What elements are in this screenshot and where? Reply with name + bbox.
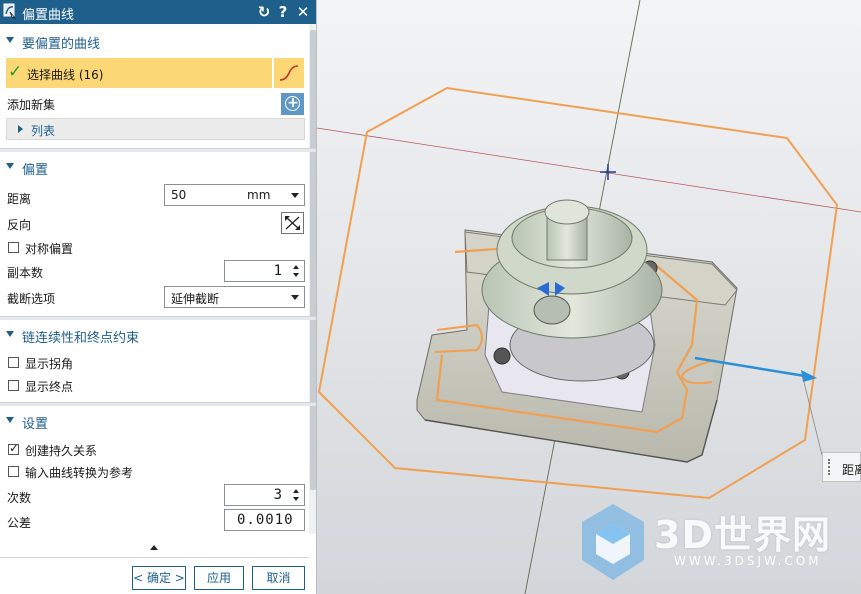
tolerance-value: 0.0010 (237, 512, 294, 528)
add-new-set-label: 添加新集 (7, 98, 56, 112)
trim-option-value: 延伸截断 (171, 292, 220, 306)
convert-reference-label: 输入曲线转换为参考 (25, 466, 134, 480)
section-title: 要偏置的曲线 (22, 37, 101, 52)
degree-stepper[interactable]: 3 (224, 484, 305, 506)
section-header-settings[interactable]: 设置 (0, 411, 309, 432)
reverse-label: 反向 (7, 218, 32, 232)
list-expander[interactable]: 列表 (6, 118, 305, 140)
trim-option-select[interactable]: 延伸截断 (164, 286, 305, 308)
list-label: 列表 (31, 124, 56, 138)
spin-up-icon[interactable] (293, 489, 299, 493)
copies-value: 1 (273, 263, 282, 279)
watermark-brand: 3D世界网 (654, 513, 831, 557)
section-divider (0, 148, 316, 152)
section-divider (0, 402, 316, 406)
section-header-curves[interactable]: 要偏置的曲线 (0, 31, 309, 52)
close-button[interactable]: ✕ (294, 2, 312, 22)
show-corners-label: 显示拐角 (25, 357, 74, 371)
tooltip-label: 距离 (842, 463, 861, 477)
show-endpoints-label: 显示终点 (25, 380, 74, 394)
show-endpoints-checkbox[interactable] (8, 380, 19, 391)
section-title: 设置 (22, 417, 49, 432)
offset-curve-dialog: 偏置曲线 ↻ ? ✕ 要偏置的曲线 ✓ 选择曲线 (16) 添加新集 + 列表 … (0, 0, 317, 594)
select-curve-row[interactable]: ✓ 选择曲线 (16) (6, 58, 272, 88)
collapse-triangle-icon (6, 331, 14, 337)
degree-value: 3 (273, 487, 282, 503)
watermark: 3D世界网 WWW.3DSJW.COM (578, 500, 858, 590)
cube-logo-icon (582, 504, 644, 580)
curve-icon (279, 65, 299, 81)
reverse-arrows-icon (285, 216, 300, 230)
curve-select-button[interactable] (273, 58, 304, 88)
chevron-down-icon (291, 193, 299, 198)
plus-icon: + (287, 95, 299, 111)
distance-tooltip[interactable]: 距离 (822, 452, 861, 482)
hole-left (493, 347, 511, 365)
grip-icon[interactable] (828, 459, 834, 475)
symmetric-offset-label: 对称偏置 (25, 242, 74, 256)
spin-down-icon[interactable] (293, 273, 299, 277)
associative-label: 创建持久关系 (25, 444, 98, 458)
chevron-down-icon (291, 295, 299, 300)
offset-curve-app-icon (3, 3, 17, 19)
collapse-triangle-icon (6, 163, 14, 169)
spin-down-icon[interactable] (293, 497, 299, 501)
help-button[interactable]: ? (274, 2, 292, 22)
expand-triangle-icon (18, 125, 23, 133)
trim-option-label: 截断选项 (7, 292, 56, 306)
associative-checkbox[interactable] (8, 441, 19, 455)
show-corners-checkbox[interactable] (8, 357, 19, 368)
distance-label: 距离 (7, 192, 32, 206)
reset-button[interactable]: ↻ (255, 2, 273, 22)
distance-value: 50 (171, 188, 187, 202)
collapse-triangle-icon (6, 417, 14, 423)
distance-unit: mm (247, 188, 271, 202)
footer-divider (0, 557, 309, 558)
cancel-button[interactable]: 取消 (252, 566, 305, 590)
distance-input[interactable]: 50 mm (164, 184, 305, 206)
tolerance-label: 公差 (7, 516, 32, 530)
copies-label: 副本数 (7, 266, 44, 280)
section-header-offset[interactable]: 偏置 (0, 157, 309, 178)
select-curve-label: 选择曲线 (16) (27, 68, 104, 82)
ok-button[interactable]: < 确定 > (132, 566, 186, 590)
degree-label: 次数 (7, 491, 32, 505)
section-title: 链连续性和终点约束 (22, 331, 140, 346)
watermark-url: WWW.3DSJW.COM (674, 554, 822, 568)
checkmark-icon: ✓ (8, 62, 23, 82)
scrollbar-thumb[interactable] (310, 30, 316, 490)
collapse-more-icon[interactable] (150, 545, 158, 550)
section-title: 偏置 (22, 163, 49, 178)
tolerance-input[interactable]: 0.0010 (224, 509, 305, 531)
section-divider (0, 316, 316, 320)
collapse-triangle-icon (6, 37, 14, 43)
dialog-titlebar[interactable]: 偏置曲线 ↻ ? ✕ (0, 0, 316, 24)
copies-stepper[interactable]: 1 (224, 260, 305, 282)
add-new-set-button[interactable]: + (281, 93, 304, 115)
reverse-direction-button[interactable] (281, 212, 304, 234)
spin-up-icon[interactable] (293, 265, 299, 269)
section-header-chain[interactable]: 链连续性和终点约束 (0, 325, 309, 346)
convert-reference-checkbox[interactable] (8, 466, 19, 477)
apply-button[interactable]: 应用 (194, 566, 244, 590)
symmetric-offset-checkbox[interactable] (8, 242, 19, 253)
dialog-title: 偏置曲线 (22, 8, 75, 23)
